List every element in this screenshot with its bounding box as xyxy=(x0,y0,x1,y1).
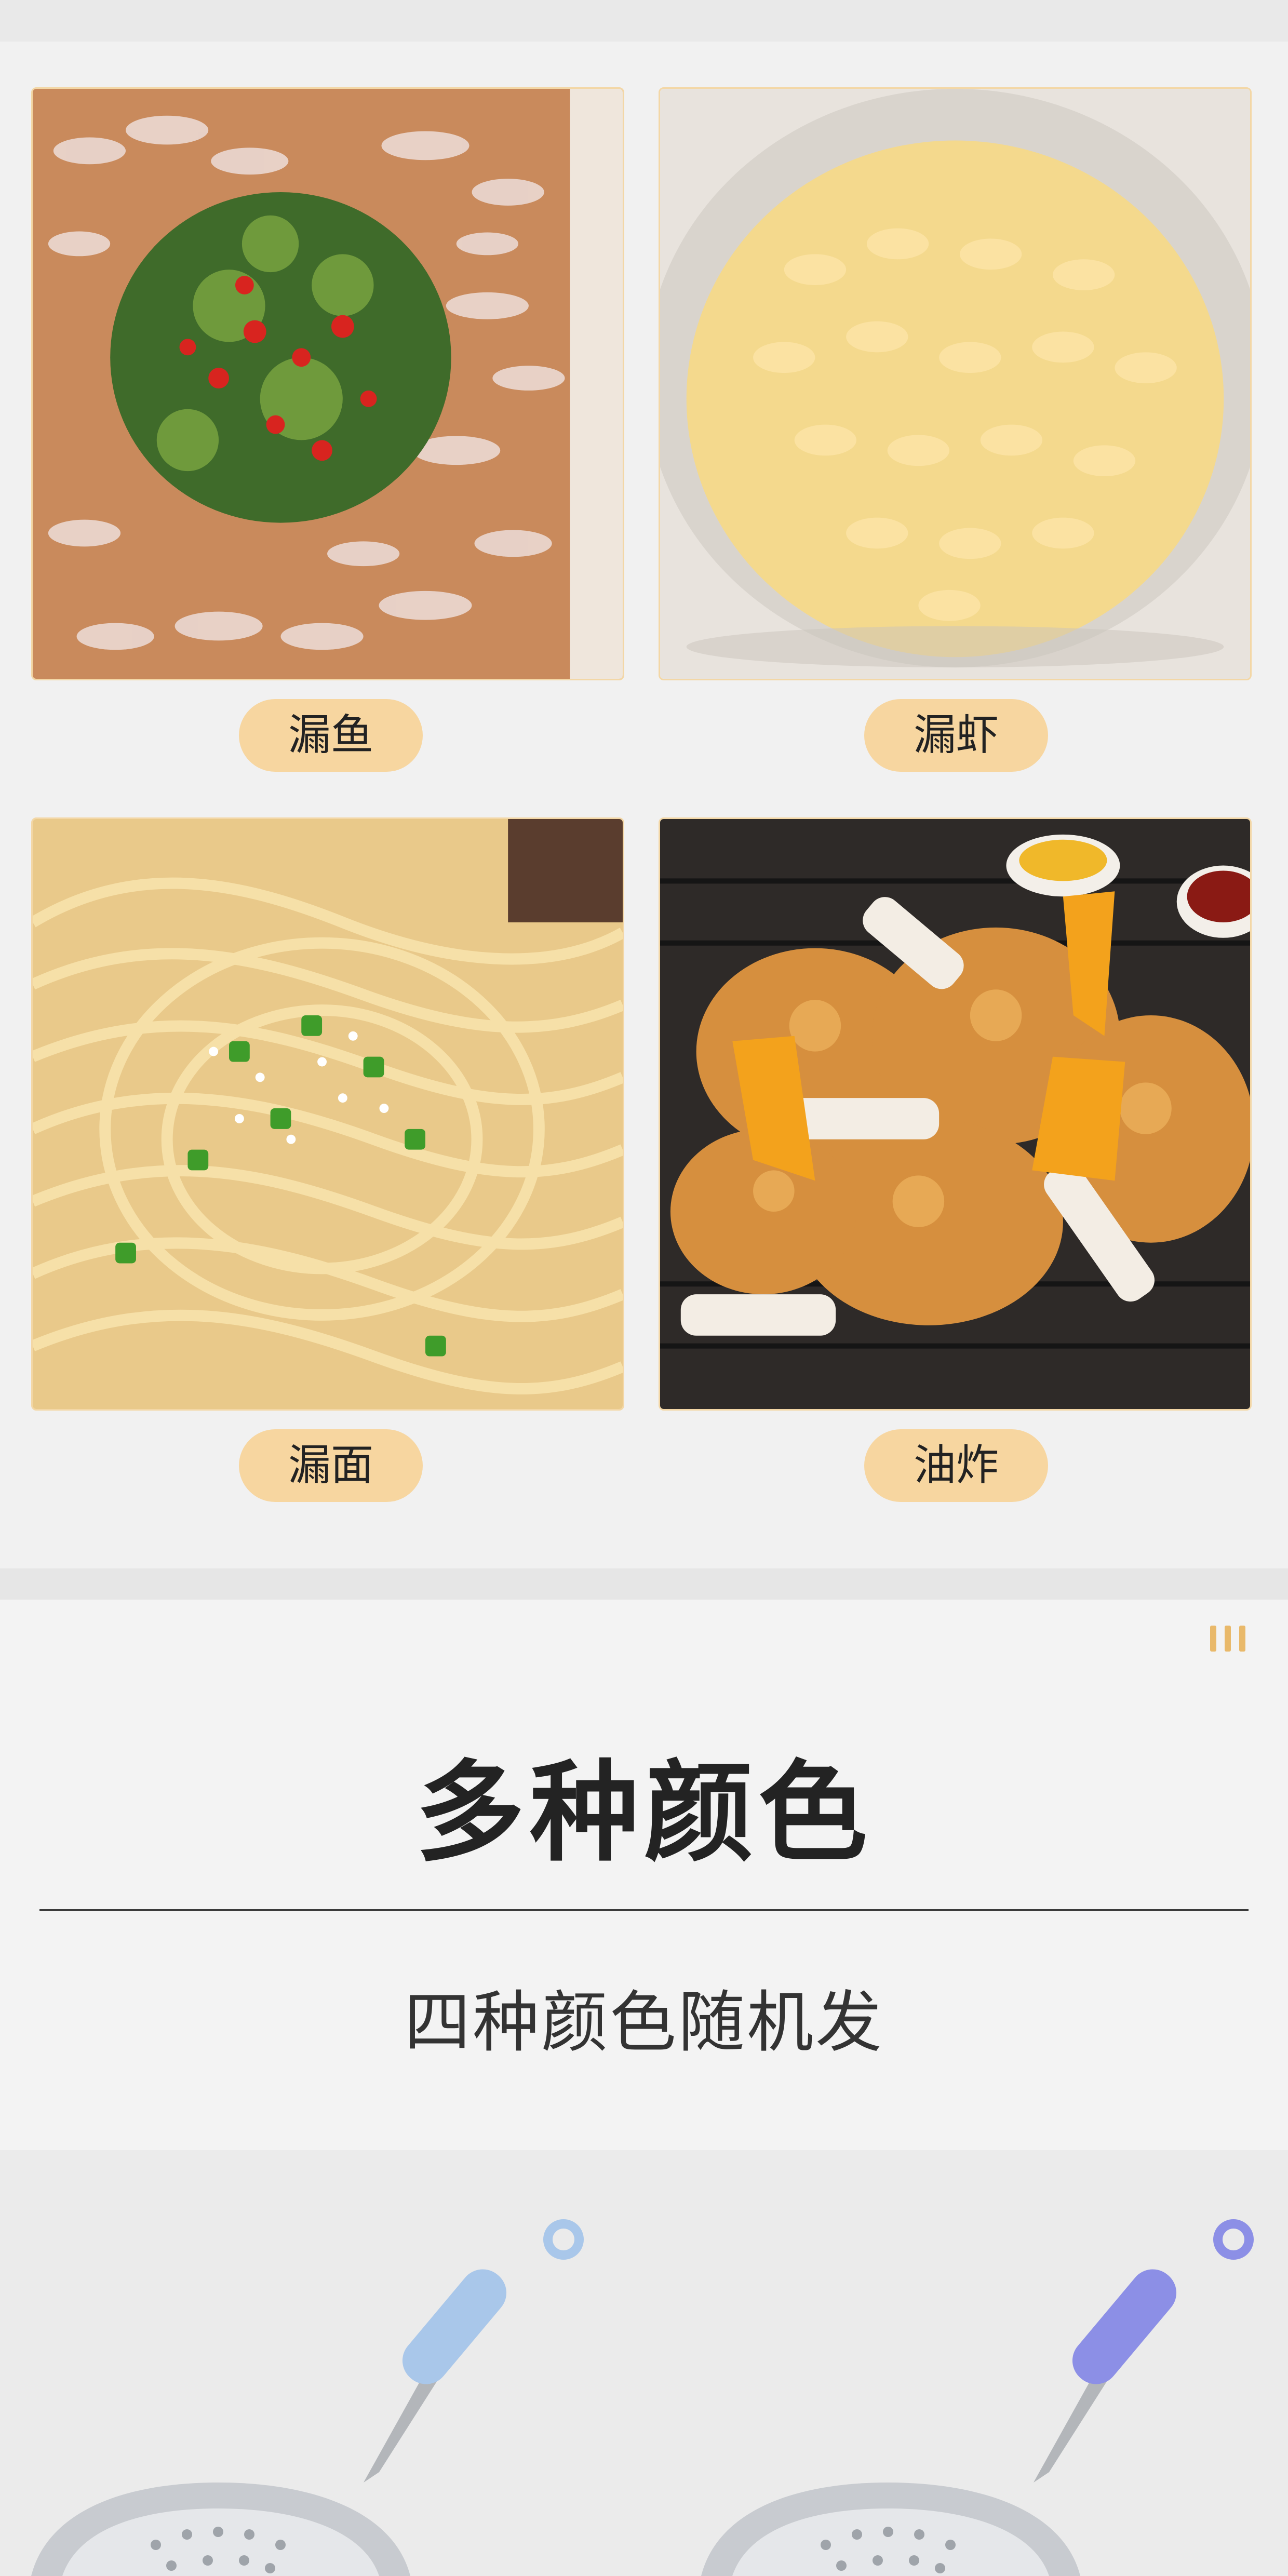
usage-label-fried: 油炸 xyxy=(864,1429,1048,1502)
usage-label-fish: 漏鱼 xyxy=(239,699,423,772)
section-subtitle: 四种颜色随机发 xyxy=(404,1984,884,2061)
fried-chicken-icon xyxy=(660,819,1250,1409)
pause-icon[interactable] xyxy=(1210,1626,1246,1652)
usage-label-shrimp: 漏虾 xyxy=(864,699,1048,772)
product-showcase xyxy=(0,2150,1288,2576)
jelly-fish-noodle-icon xyxy=(33,89,623,679)
noodles-photo xyxy=(31,817,624,1411)
product-svg xyxy=(0,2150,1288,2576)
top-band xyxy=(0,0,1288,42)
section-title: 多种颜色 xyxy=(415,1749,873,1876)
fried-chicken-photo xyxy=(659,817,1252,1411)
jelly-fish-noodle-photo xyxy=(31,87,624,680)
noodles-icon xyxy=(33,819,623,1409)
jelly-shrimp-photo xyxy=(659,87,1252,680)
section-divider-band xyxy=(0,1568,1288,1600)
title-divider xyxy=(39,1909,1249,1911)
jelly-shrimp-icon xyxy=(660,89,1250,679)
usage-label-noodles: 漏面 xyxy=(239,1429,423,1502)
